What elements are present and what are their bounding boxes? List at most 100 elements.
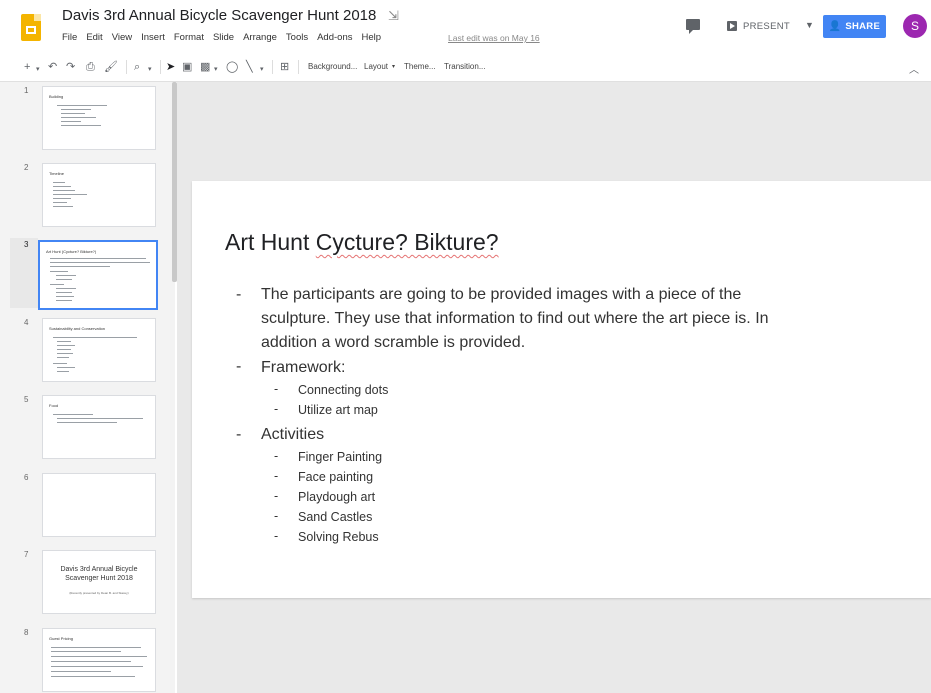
menu-add-ons[interactable]: Add-ons bbox=[317, 32, 352, 46]
account-avatar[interactable]: S bbox=[903, 14, 927, 38]
menu-insert[interactable]: Insert bbox=[141, 32, 165, 46]
misspelled-text: Cycture? Bikture? bbox=[315, 229, 499, 255]
new-slide-dropdown-icon[interactable]: ▾ bbox=[36, 63, 40, 77]
slide-thumbnail[interactable]: Davis 3rd Annual Bicycle Scavenger Hunt … bbox=[42, 550, 156, 614]
menu-slide[interactable]: Slide bbox=[213, 32, 234, 46]
slide-number: 5 bbox=[24, 395, 29, 404]
slide-number: 6 bbox=[24, 473, 29, 482]
undo-icon[interactable]: ↶ bbox=[48, 60, 57, 74]
bullet-line: sculpture. They use that information to … bbox=[261, 310, 769, 327]
last-edit-link[interactable]: Last edit was on May 16 bbox=[448, 33, 540, 43]
thumb-title: Davis 3rd Annual Bicycle Scavenger Hunt … bbox=[60, 566, 138, 582]
select-cursor-icon[interactable]: ➤ bbox=[166, 60, 175, 74]
sub-bullet-dash: - bbox=[274, 449, 279, 463]
menu-file[interactable]: File bbox=[62, 32, 77, 46]
slide-editor[interactable]: Art Hunt Cycture? Bikture? - The partici… bbox=[192, 181, 931, 598]
slide-thumbnail-selected[interactable]: Art Hunt (Cycture? Bikture?) bbox=[38, 240, 158, 310]
sub-bullet: Utilize art map bbox=[298, 403, 378, 417]
present-label: PRESENT bbox=[743, 20, 790, 32]
layout-dropdown-icon[interactable]: ▾ bbox=[392, 63, 395, 70]
bullet-line: addition a word scramble is provided. bbox=[261, 334, 526, 351]
sub-bullet-dash: - bbox=[274, 489, 279, 503]
present-icon bbox=[727, 21, 737, 31]
image-icon[interactable]: ▩ bbox=[200, 60, 210, 74]
people-icon: 👤 bbox=[828, 21, 842, 32]
slide-title[interactable]: Art Hunt Cycture? Bikture? bbox=[225, 229, 499, 256]
thumb-title: Sustainability and Conservation bbox=[49, 326, 106, 331]
menu-tools[interactable]: Tools bbox=[286, 32, 308, 46]
toolbar-divider bbox=[160, 60, 161, 74]
menu-edit[interactable]: Edit bbox=[86, 32, 102, 46]
bullet-dash: - bbox=[236, 426, 242, 443]
present-button[interactable]: PRESENT bbox=[718, 14, 810, 38]
thumb-title: Timeline bbox=[49, 171, 64, 176]
title-text: Art Hunt bbox=[225, 229, 316, 255]
share-label: SHARE bbox=[845, 21, 881, 32]
menu-help[interactable]: Help bbox=[361, 32, 381, 46]
sub-bullet: Sand Castles bbox=[298, 510, 373, 524]
print-icon[interactable]: ⎙ bbox=[86, 60, 95, 74]
slide-number: 2 bbox=[24, 163, 29, 172]
sub-bullet: Playdough art bbox=[298, 490, 376, 504]
add-comment-icon[interactable]: ⊞ bbox=[280, 60, 289, 74]
toolbar: + ▾ ↶ ↷ ⎙ 🖌 ⌕ ▾ ➤ ▣ ▩ ▾ ◯ ╲ ▾ ⊞ Backgrou… bbox=[0, 52, 931, 82]
slide-thumbnail[interactable]: Sustainability and Conservation bbox=[42, 318, 156, 382]
line-dropdown-icon[interactable]: ▾ bbox=[260, 63, 264, 77]
redo-icon[interactable]: ↷ bbox=[66, 60, 75, 74]
toolbar-divider bbox=[126, 60, 127, 74]
background-button[interactable]: Background... bbox=[308, 62, 357, 71]
new-slide-icon[interactable]: + bbox=[24, 60, 30, 74]
line-icon[interactable]: ╲ bbox=[246, 60, 253, 74]
present-dropdown-icon[interactable]: ▼ bbox=[805, 20, 814, 30]
bullet-line: The participants are going to be provide… bbox=[261, 286, 742, 303]
move-to-folder-icon[interactable]: ⇲ bbox=[388, 8, 399, 24]
sub-bullet: Finger Painting bbox=[298, 450, 383, 464]
header-bar: Davis 3rd Annual Bicycle Scavenger Hunt … bbox=[0, 0, 931, 52]
shape-icon[interactable]: ◯ bbox=[226, 60, 238, 74]
image-dropdown-icon[interactable]: ▾ bbox=[214, 63, 218, 77]
bullet-dash: - bbox=[236, 286, 242, 303]
bullet-line: Framework: bbox=[261, 359, 346, 376]
sub-bullet: Face painting bbox=[298, 470, 374, 484]
slide-number: 1 bbox=[24, 86, 29, 95]
sub-bullet-dash: - bbox=[274, 529, 279, 543]
layout-button[interactable]: Layout bbox=[364, 62, 388, 71]
slides-logo-icon[interactable] bbox=[21, 14, 41, 41]
zoom-icon[interactable]: ⌕ bbox=[134, 60, 140, 74]
sub-bullet: Connecting dots bbox=[298, 383, 389, 397]
zoom-dropdown-icon[interactable]: ▾ bbox=[148, 63, 152, 77]
slide-thumbnail[interactable]: Timeline bbox=[42, 163, 156, 227]
share-button[interactable]: 👤 SHARE bbox=[823, 15, 886, 38]
sub-bullet-dash: - bbox=[274, 402, 279, 416]
slide-number: 8 bbox=[24, 628, 29, 637]
slide-thumbnail[interactable] bbox=[42, 473, 156, 537]
thumb-title: Building bbox=[49, 94, 64, 99]
slide-thumbnail[interactable]: Building bbox=[42, 86, 156, 150]
thumb-title: Food bbox=[49, 403, 59, 408]
menu-arrange[interactable]: Arrange bbox=[243, 32, 277, 46]
slide-number: 3 bbox=[24, 240, 29, 249]
transition-button[interactable]: Transition... bbox=[444, 62, 486, 71]
thumb-title: Art Hunt (Cycture? Bikture?) bbox=[46, 249, 97, 254]
sub-bullet-dash: - bbox=[274, 469, 279, 483]
sub-bullet-dash: - bbox=[274, 382, 279, 396]
menu-view[interactable]: View bbox=[112, 32, 132, 46]
paint-format-icon[interactable]: 🖌 bbox=[104, 60, 118, 74]
menu-bar: File Edit View Insert Format Slide Arran… bbox=[62, 32, 390, 46]
text-box-icon[interactable]: ▣ bbox=[182, 60, 192, 74]
slide-thumbnail[interactable]: Guest Pricing bbox=[42, 628, 156, 692]
collapse-toolbar-icon[interactable]: ︿ bbox=[909, 61, 919, 76]
toolbar-divider bbox=[272, 60, 273, 74]
menu-format[interactable]: Format bbox=[174, 32, 204, 46]
slide-number: 7 bbox=[24, 550, 29, 559]
slide-thumbnail[interactable]: Food bbox=[42, 395, 156, 459]
slide-number: 4 bbox=[24, 318, 29, 327]
comments-icon[interactable] bbox=[686, 19, 700, 34]
sub-bullet: Solving Rebus bbox=[298, 530, 379, 544]
bullet-line: Activities bbox=[261, 426, 325, 443]
thumb-subtitle: (Recently presented by Dean B. and Stace… bbox=[69, 591, 129, 595]
document-title[interactable]: Davis 3rd Annual Bicycle Scavenger Hunt … bbox=[62, 7, 376, 24]
thumb-title: Guest Pricing bbox=[49, 636, 74, 641]
theme-button[interactable]: Theme... bbox=[404, 62, 436, 71]
sub-bullet-dash: - bbox=[274, 509, 279, 523]
